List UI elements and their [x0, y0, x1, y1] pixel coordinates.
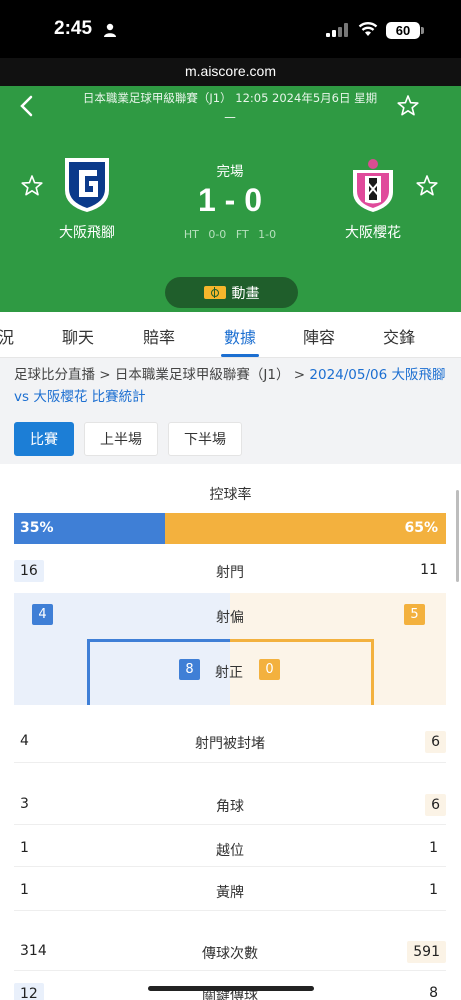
half-scores: HT 0-0 FT 1-0: [160, 228, 300, 241]
yellow-cards-label: 黃牌: [216, 885, 244, 901]
shots-on-target-home: 8: [179, 659, 200, 680]
home-indicator[interactable]: [148, 986, 314, 991]
home-team-name: 大阪飛腳: [59, 225, 115, 241]
shots-label: 射門: [216, 565, 244, 581]
divider: [14, 910, 446, 911]
home-team[interactable]: 大阪飛腳: [32, 156, 142, 242]
battery-indicator: 60: [386, 22, 420, 39]
breadcrumb-separator: >: [99, 367, 115, 383]
shots-off-target-label: 射偏: [216, 610, 244, 626]
tab-overview[interactable]: 況: [0, 324, 14, 348]
corners-away: 6: [425, 794, 446, 816]
status-time: 2:45: [54, 18, 93, 39]
stat-row-offsides: 1 越位 1: [14, 836, 446, 862]
tab-odds[interactable]: 賠率: [143, 324, 175, 348]
blocked-shots-away: 6: [425, 731, 446, 753]
tab-lineups[interactable]: 陣容: [303, 324, 335, 348]
offsides-away: 1: [429, 840, 438, 856]
league-info: 日本職業足球甲級聯賽（J1） 12:05 2024年5月6日 星期一: [82, 91, 378, 125]
blocked-shots-label: 射門被封堵: [195, 736, 265, 752]
stat-row-blocked-shots: 4 射門被封堵 6: [14, 729, 446, 755]
animation-button[interactable]: 動畫: [165, 277, 298, 308]
possession-away: 65%: [165, 513, 446, 544]
stat-row-corners: 3 角球 6: [14, 792, 446, 818]
offsides-label: 越位: [216, 843, 244, 859]
corners-label: 角球: [216, 799, 244, 815]
divider: [14, 824, 446, 825]
tab-h2h[interactable]: 交鋒: [383, 324, 415, 348]
gamba-osaka-logo-icon: [65, 158, 109, 212]
shots-on-target-away: 0: [259, 659, 280, 680]
away-team-name: 大阪櫻花: [345, 225, 401, 241]
breadcrumb: 足球比分直播 > 日本職業足球甲級聯賽（J1） > 2024/05/06 大阪飛…: [14, 364, 446, 408]
person-icon: [104, 23, 116, 37]
stat-row-passes: 314 傳球次數 591: [14, 939, 446, 965]
shots-away: 11: [420, 562, 438, 578]
stats-panel: 控球率 35% 65% 16 射門 11 4 射偏 5 8 射正 0 4 射門被…: [0, 464, 461, 1000]
shots-on-target-label: 射正: [215, 665, 243, 681]
shots-off-target-home: 4: [32, 604, 53, 625]
key-passes-away: 8: [429, 985, 438, 1000]
active-tab-indicator: [221, 354, 259, 357]
period-tabs: 比賽 上半場 下半場: [14, 422, 242, 456]
divider: [14, 866, 446, 867]
match-tabs: 況 聊天 賠率 數據 陣容 交鋒: [0, 312, 461, 358]
possession-home: 35%: [14, 513, 166, 544]
breadcrumb-live-scores[interactable]: 足球比分直播: [14, 367, 95, 383]
match-status: 完場: [216, 164, 244, 180]
stat-row-yellow-cards: 1 黃牌 1: [14, 878, 446, 904]
period-tab-match[interactable]: 比賽: [14, 422, 74, 456]
yellow-cards-away: 1: [429, 882, 438, 898]
shots-off-target-away: 5: [404, 604, 425, 625]
divider: [14, 970, 446, 971]
url-bar[interactable]: m.aiscore.com: [0, 58, 461, 86]
stat-row-shots: 16 射門 11: [14, 558, 446, 584]
passes-label: 傳球次數: [202, 946, 258, 962]
divider: [14, 762, 446, 763]
passes-away: 591: [407, 941, 446, 963]
shot-map: 4 射偏 5 8 射正 0: [14, 593, 446, 705]
tab-chat[interactable]: 聊天: [62, 324, 94, 348]
pitch-icon: [203, 286, 226, 299]
possession-bar: 35% 65%: [14, 513, 446, 544]
cerezo-osaka-logo-icon: [353, 159, 393, 212]
status-bar: 2:45 60: [0, 0, 461, 58]
match-header: 日本職業足球甲級聯賽（J1） 12:05 2024年5月6日 星期一 大阪飛腳 …: [0, 86, 461, 312]
back-arrow-icon[interactable]: [16, 94, 38, 118]
battery-tip: [421, 27, 424, 34]
favorite-league-star-icon[interactable]: [396, 94, 420, 118]
wifi-icon: [358, 22, 378, 36]
signal-icon: [326, 23, 348, 37]
breadcrumb-area: 足球比分直播 > 日本職業足球甲級聯賽（J1） > 2024/05/06 大阪飛…: [0, 358, 461, 464]
scrollbar[interactable]: [456, 490, 459, 582]
half-time-score: HT 0-0: [183, 228, 227, 241]
goal-frame-home: [87, 639, 230, 705]
animation-label: 動畫: [231, 285, 260, 302]
tab-stats[interactable]: 數據: [224, 324, 256, 348]
period-tab-second-half[interactable]: 下半場: [168, 422, 242, 456]
breadcrumb-separator: >: [293, 367, 310, 383]
period-tab-first-half[interactable]: 上半場: [84, 422, 158, 456]
goal-frame-away: [230, 639, 374, 705]
possession-label: 控球率: [209, 487, 252, 503]
away-team[interactable]: 大阪櫻花: [318, 156, 428, 242]
breadcrumb-league[interactable]: 日本職業足球甲級聯賽（J1）: [115, 367, 290, 383]
full-time-score: FT 1-0: [235, 228, 277, 241]
match-score: 1 - 0: [197, 182, 263, 218]
